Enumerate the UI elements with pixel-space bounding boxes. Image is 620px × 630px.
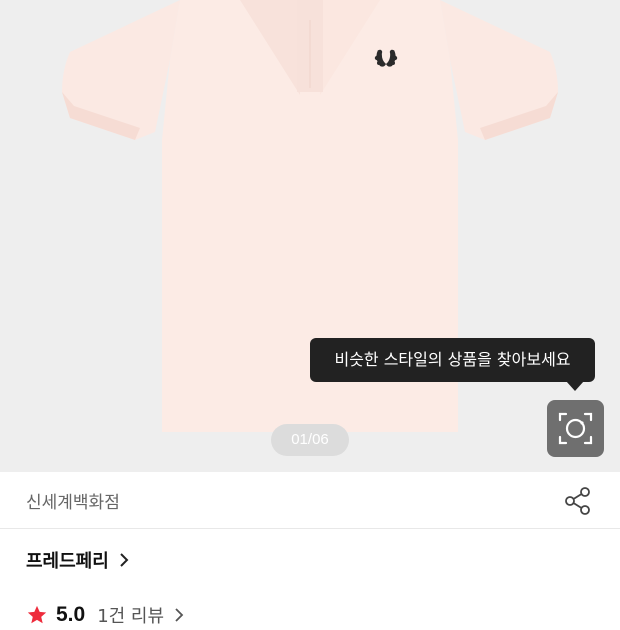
share-button[interactable] bbox=[562, 485, 594, 521]
lens-search-button[interactable] bbox=[547, 400, 604, 457]
product-image bbox=[62, 0, 558, 432]
chevron-right-icon bbox=[175, 608, 184, 622]
lens-search-icon bbox=[558, 412, 593, 445]
brand-name: 프레드페리 bbox=[26, 551, 109, 572]
store-row: 신세계백화점 bbox=[0, 472, 620, 529]
chevron-right-icon bbox=[120, 553, 129, 567]
review-count: 1건 리뷰 bbox=[97, 606, 165, 627]
rating-score: 5.0 bbox=[56, 603, 86, 626]
tooltip-arrow bbox=[566, 381, 584, 391]
star-icon bbox=[27, 605, 47, 624]
share-icon bbox=[565, 487, 590, 515]
brand-link[interactable]: 프레드페리 bbox=[26, 547, 129, 573]
rating-row[interactable]: 5.0 1건 리뷰 bbox=[26, 600, 184, 630]
product-image-gallery[interactable]: 01/06 비슷한 스타일의 상품을 찾아보세요 bbox=[0, 0, 620, 472]
image-counter: 01/06 bbox=[271, 424, 349, 456]
store-name: 신세계백화점 bbox=[26, 493, 120, 513]
similar-style-tooltip: 비슷한 스타일의 상품을 찾아보세요 bbox=[310, 338, 595, 382]
